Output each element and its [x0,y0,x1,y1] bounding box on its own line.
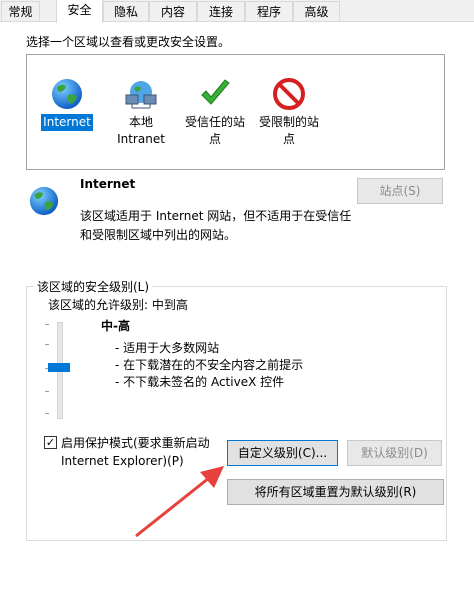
zone-list: Internet 本地 Intranet 受信任的站 点 受限制的站 点 [26,54,445,170]
tab-strip: 常规 安全 隐私 内容 连接 程序 高级 [0,0,474,23]
slider-tick [45,391,49,392]
selected-zone-title: Internet [80,177,136,191]
custom-level-button[interactable]: 自定义级别(C)... [227,440,338,466]
tab-connections[interactable]: 连接 [197,1,245,21]
selected-zone-globe-icon [28,185,60,220]
protected-mode-checkbox[interactable]: ✓ [44,436,57,449]
security-level-bullets: - 适用于大多数网站 - 在下载潜在的不安全内容之前提示 - 不下载未签名的 A… [115,340,303,391]
slider-tick [45,324,49,325]
zone-instruction: 选择一个区域以查看或更改安全设置。 [26,35,231,49]
annotation-arrow-icon [130,460,230,543]
restricted-icon [272,77,306,111]
zone-label: Internet [41,114,93,131]
tab-security[interactable]: 安全 [56,0,103,23]
slider-tick [45,413,49,414]
default-level-button[interactable]: 默认级别(D) [347,440,442,466]
network-icon [124,77,158,111]
tab-general[interactable]: 常规 [1,1,40,21]
level-bullet: - 不下载未签名的 ActiveX 控件 [115,375,285,389]
reset-all-zones-button[interactable]: 将所有区域重置为默认级别(R) [227,479,444,505]
globe-icon [50,77,84,111]
tab-programs[interactable]: 程序 [245,1,293,21]
checkmark-icon [198,77,232,111]
security-level-group-label: 该区域的安全级别(L) [34,278,153,295]
tab-privacy[interactable]: 隐私 [103,1,149,21]
tab-advanced[interactable]: 高级 [293,1,340,21]
selected-zone-description: 该区域适用于 Internet 网站，但不适用于在受信任 和受限制区域中列出的网… [80,209,352,242]
security-level-name: 中-高 [101,319,130,333]
slider-tick [45,344,49,345]
security-level-slider-thumb[interactable] [48,363,70,372]
zone-restricted-sites[interactable]: 受限制的站 点 [246,77,332,148]
zone-label: 受限制的站 点 [258,115,319,146]
level-bullet: - 在下载潜在的不安全内容之前提示 [115,358,304,372]
level-bullet: - 适用于大多数网站 [115,341,220,355]
sites-button[interactable]: 站点(S) [357,178,443,204]
tab-content[interactable]: 内容 [149,1,197,21]
allowed-levels-label: 该区域的允许级别: 中到高 [48,298,188,312]
